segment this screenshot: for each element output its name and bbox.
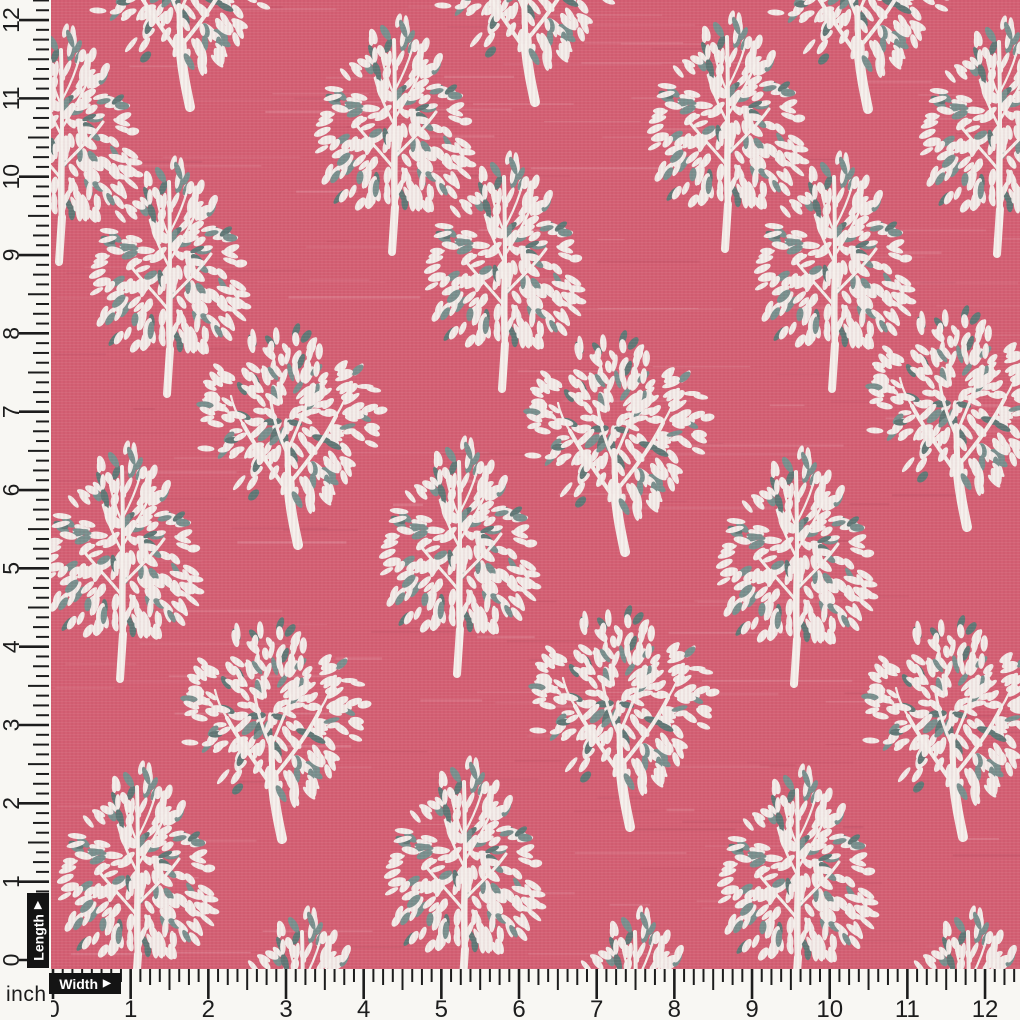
- fabric-swatch: [51, 0, 1020, 969]
- ruler-number: 9: [0, 249, 24, 262]
- ruler-number: 10: [816, 996, 843, 1020]
- ruler-number: 3: [0, 719, 24, 732]
- ruler-number: 9: [745, 996, 758, 1020]
- ruler-bottom-width: 0123456789101112: [0, 969, 1020, 1020]
- ruler-left-scale: 0123456789101112: [0, 0, 51, 969]
- ruler-number: 2: [0, 797, 24, 810]
- ruler-number: 10: [0, 164, 24, 190]
- arrow-right-icon: ▶: [103, 979, 111, 989]
- ruler-number: 1: [124, 996, 137, 1020]
- ruler-number: 5: [435, 996, 448, 1020]
- ruler-bottom-scale: 0123456789101112: [0, 969, 1020, 1020]
- ruler-number: 11: [895, 996, 920, 1020]
- ruler-number: 6: [0, 484, 24, 497]
- ruler-number: 7: [590, 996, 603, 1020]
- ruler-number: 0: [0, 954, 24, 967]
- ruler-unit-corner: inch: [0, 969, 51, 1020]
- ruler-left-length: 0123456789101112: [0, 0, 51, 969]
- fabric-swatch-photo: 0123456789101112 0123456789101112 inch L…: [0, 0, 1020, 1020]
- ruler-number: 2: [202, 996, 215, 1020]
- width-tag: Width ▶: [49, 973, 121, 994]
- width-label: Width: [59, 976, 98, 992]
- length-label: Length: [30, 914, 46, 961]
- ruler-number: 5: [0, 562, 24, 575]
- ruler-number: 8: [0, 327, 24, 340]
- arrow-up-icon: ▶: [33, 901, 43, 909]
- ruler-number: 12: [972, 996, 999, 1020]
- length-tag-content: Length ▶: [27, 893, 49, 968]
- ruler-number: 11: [0, 86, 24, 110]
- ruler-number: 4: [0, 640, 24, 653]
- length-tag: Length ▶: [27, 893, 49, 968]
- fabric-pattern: [51, 0, 1020, 969]
- ruler-number: 1: [0, 875, 24, 888]
- ruler-number: 3: [279, 996, 292, 1020]
- ruler-number: 12: [0, 7, 24, 33]
- unit-label: inch: [6, 983, 47, 1007]
- ruler-number: 7: [0, 405, 24, 418]
- ruler-number: 4: [357, 996, 370, 1020]
- ruler-number: 6: [512, 996, 525, 1020]
- ruler-number: 8: [668, 996, 681, 1020]
